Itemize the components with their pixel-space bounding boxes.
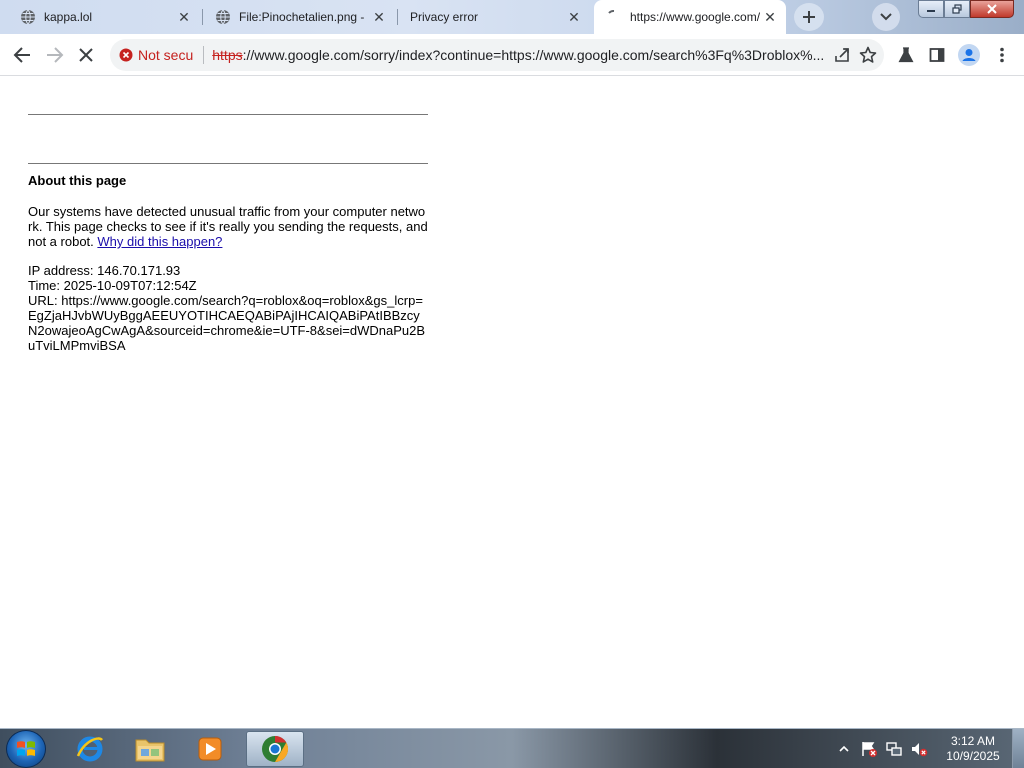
close-tab-icon[interactable]: ✕ [760,7,780,27]
not-secure-label: Not secu [138,47,194,63]
start-button[interactable] [6,730,46,768]
tab-privacy-error[interactable]: Privacy error ✕ [390,0,590,34]
new-tab-button[interactable] [794,3,824,31]
omnibox-divider [203,46,205,64]
omnibox-actions [828,43,880,67]
tab-search-button[interactable] [872,3,900,31]
extensions-button[interactable] [893,42,919,68]
browser-toolbar: Not secu https://www.google.com/sorry/in… [0,34,1024,76]
back-arrow-icon [13,47,30,63]
action-center-flag-icon [862,742,877,757]
chrome-taskbar-button[interactable] [246,731,304,767]
stop-x-icon [79,48,93,62]
file-explorer-icon [135,739,165,762]
system-tray: 3:12 AM 10/9/2025 [830,729,1024,768]
close-tab-icon[interactable]: ✕ [369,7,389,27]
chevron-up-icon [839,745,849,752]
not-secure-chip[interactable]: Not secu [110,39,193,71]
share-icon [835,48,849,62]
tab-kappa[interactable]: kappa.lol ✕ [0,0,200,34]
tab-title: File:Pinochetalien.png - [239,10,365,24]
address-bar[interactable]: Not secu https://www.google.com/sorry/in… [110,39,884,71]
url-path: /sorry/index?continue=https://www.google… [360,47,825,63]
side-panel-icon [929,48,945,62]
media-player-icon [198,737,222,761]
chrome-icon [262,735,289,763]
globe-icon [215,9,231,25]
minimize-button[interactable] [918,0,944,18]
url-text[interactable]: https://www.google.com/sorry/index?conti… [212,47,832,63]
globe-icon [20,9,36,25]
close-tab-icon[interactable]: ✕ [174,7,194,27]
media-player-taskbar-button[interactable] [184,731,236,767]
network-icon [886,742,902,756]
show-desktop-button[interactable] [1012,729,1024,768]
volume-button[interactable] [908,738,930,760]
forward-arrow-icon [47,47,64,63]
plus-icon [803,11,815,23]
show-hidden-icons-button[interactable] [833,738,855,760]
close-tab-icon[interactable]: ✕ [564,7,584,27]
taskbar-clock[interactable]: 3:12 AM 10/9/2025 [940,734,1006,764]
notice-text: Our systems have detected unusual traffi… [28,204,428,249]
forward-button[interactable] [42,42,68,68]
internet-explorer-taskbar-button[interactable] [64,731,116,767]
ip-address-line: IP address: 146.70.171.93 [28,263,181,278]
divider-line [28,163,428,164]
divider-line [28,114,428,115]
volume-muted-icon [912,743,928,757]
internet-explorer-icon [76,736,103,762]
file-explorer-taskbar-button[interactable] [124,731,176,767]
tab-strip: kappa.lol ✕ File:Pinochetalien.png - ✕ P… [0,0,1024,34]
close-window-button[interactable] [970,0,1014,18]
clock-date: 10/9/2025 [946,749,1000,763]
restore-button[interactable] [944,0,970,18]
close-icon [987,4,997,14]
chevron-down-icon [880,13,892,21]
loading-spinner-icon [606,9,622,25]
minimize-icon [927,10,935,12]
url-scheme: https [212,47,243,63]
windows-logo-icon [17,741,35,756]
tab-google-sorry[interactable]: https://www.google.com/sorry ✕ [594,0,786,34]
tab-title: Privacy error [410,10,479,24]
restore-icon [952,4,962,14]
tab-pinochetalien[interactable]: File:Pinochetalien.png - ✕ [195,0,395,34]
side-panel-button[interactable] [924,42,950,68]
why-did-this-happen-link[interactable]: Why did this happen? [97,234,222,249]
chrome-menu-button[interactable] [989,42,1015,68]
back-button[interactable] [9,42,35,68]
share-button[interactable] [830,43,854,67]
profile-avatar-icon [958,44,980,66]
star-icon [859,46,877,63]
bookmark-button[interactable] [856,43,880,67]
lab-flask-icon [898,47,914,63]
time-line: Time: 2025-10-09T07:12:54Z [28,278,197,293]
windows-taskbar: 3:12 AM 10/9/2025 [0,728,1024,768]
network-button[interactable] [883,738,905,760]
error-circle-icon [119,48,133,62]
stop-loading-button[interactable] [73,42,99,68]
about-title: About this page [28,173,127,188]
tab-title: https://www.google.com/sorry [630,10,760,24]
url-line: URL: https://www.google.com/search?q=rob… [28,293,426,353]
url-host: ://www.google.com [242,47,361,63]
profile-button[interactable] [956,42,982,68]
unusual-traffic-notice: Our systems have detected unusual traffi… [28,204,428,249]
tab-title: kappa.lol [44,10,93,24]
action-center-button[interactable] [858,738,880,760]
page-content: About this page Our systems have detecte… [0,77,1024,728]
clock-time: 3:12 AM [950,734,996,748]
window-controls [918,0,1014,18]
kebab-menu-icon [1000,47,1004,63]
